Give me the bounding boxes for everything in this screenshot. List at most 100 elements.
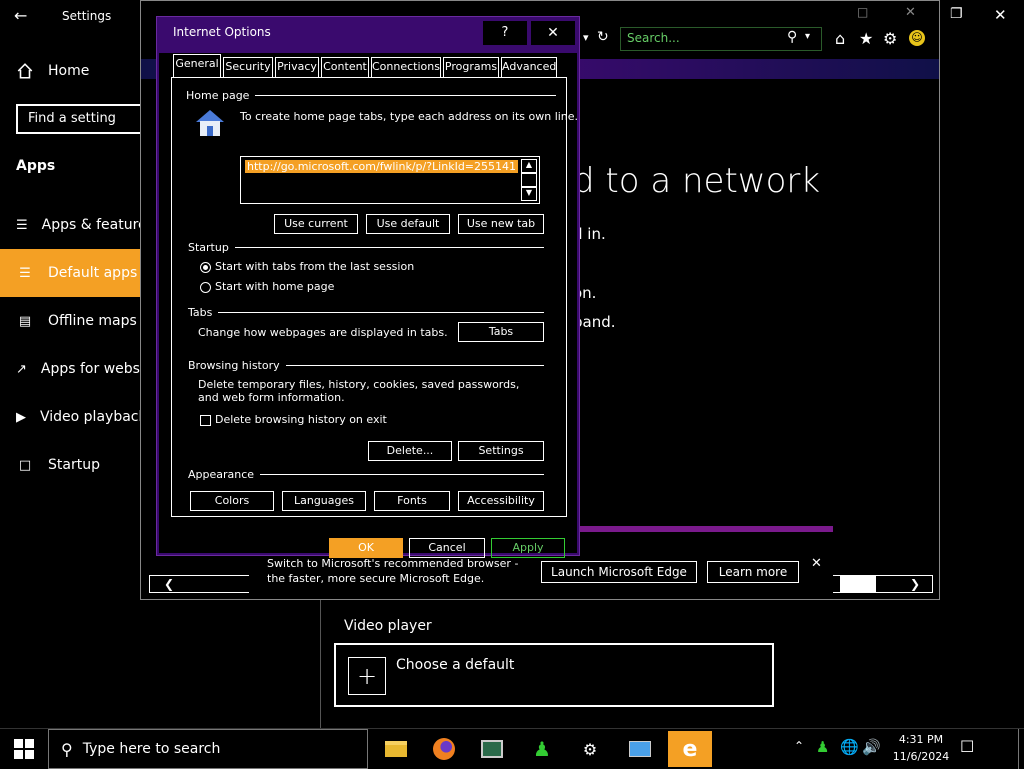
close-icon[interactable]: ✕ (811, 556, 822, 571)
apply-button[interactable]: Apply (491, 538, 565, 558)
home-page-hint: To create home page tabs, type each addr… (240, 110, 579, 123)
startup-section: Startup (188, 241, 544, 254)
startup-icon: □ (18, 457, 32, 473)
control-panel-icon[interactable] (620, 731, 660, 767)
people-app-icon[interactable]: ♟ (522, 731, 562, 767)
notification-text: Switch to Microsoft's recommended browse… (267, 557, 519, 585)
startup-home-page-radio[interactable]: Start with home page (200, 280, 334, 293)
tabs-label: Tabs (188, 306, 213, 319)
startup-last-session-radio[interactable]: Start with tabs from the last session (200, 260, 414, 273)
network-user-icon[interactable]: ♟ (816, 738, 829, 756)
scroll-down-icon[interactable]: ▼ (521, 187, 537, 201)
home-icon[interactable]: ⌂ (835, 29, 845, 48)
gear-icon[interactable]: ⚙ (570, 731, 610, 767)
minimize-icon[interactable]: □ (857, 5, 868, 19)
ok-button[interactable]: OK (329, 538, 403, 558)
taskbar: ⚲ Type here to search ♟ ⚙ e ⌃ ♟ 🌐 🔊 4:31… (0, 728, 1024, 769)
home-page-url[interactable]: http://go.microsoft.com/fwlink/p/?LinkId… (245, 160, 519, 173)
tab-security[interactable]: Security (223, 57, 273, 77)
tab-privacy[interactable]: Privacy (275, 57, 319, 77)
tab-connections[interactable]: Connections (371, 57, 441, 77)
nav-label: Offline maps (48, 313, 137, 329)
search-icon[interactable]: ⚲ (787, 29, 797, 45)
tab-programs[interactable]: Programs (443, 57, 499, 77)
favorites-star-icon[interactable]: ★ (859, 29, 873, 48)
help-button[interactable]: ? (483, 21, 527, 45)
tab-advanced[interactable]: Advanced (501, 57, 557, 77)
languages-button[interactable]: Languages (282, 491, 366, 511)
scroll-left-icon[interactable]: ❮ (164, 576, 174, 592)
fonts-button[interactable]: Fonts (374, 491, 450, 511)
windows-start-icon[interactable] (14, 739, 34, 759)
refresh-icon[interactable]: ↻ (597, 29, 609, 45)
home-icon (17, 63, 33, 79)
checkbox-label: Delete browsing history on exit (215, 413, 387, 426)
search-icon: ⚲ (61, 739, 73, 759)
chevron-down-icon[interactable]: ▾ (805, 31, 810, 42)
home-page-url-field[interactable]: http://go.microsoft.com/fwlink/p/?LinkId… (240, 156, 540, 204)
use-default-button[interactable]: Use default (366, 214, 450, 234)
colors-button[interactable]: Colors (190, 491, 274, 511)
history-settings-button[interactable]: Settings (458, 441, 544, 461)
divider (218, 312, 544, 313)
section-title: Apps (16, 158, 56, 174)
house-icon (196, 110, 224, 136)
scroll-thumb[interactable] (840, 576, 876, 592)
clock[interactable]: 4:31 PM 11/6/2024 (886, 731, 956, 765)
launch-edge-button[interactable]: Launch Microsoft Edge (541, 561, 697, 583)
scroll-up-icon[interactable]: ▲ (521, 159, 537, 173)
globe-icon[interactable]: 🌐 (840, 738, 859, 756)
notification-center-icon[interactable]: ☐ (960, 737, 974, 756)
use-current-button[interactable]: Use current (274, 214, 358, 234)
nav-label: Video playback (40, 409, 140, 425)
nav-home[interactable]: Home (16, 62, 89, 80)
volume-icon[interactable]: 🔊 (862, 738, 881, 756)
gear-icon[interactable]: ⚙ (883, 29, 897, 48)
dialog-close-button[interactable]: ✕ (531, 21, 575, 45)
feedback-smiley-icon[interactable]: ☺ (909, 30, 925, 46)
close-icon[interactable]: ✕ (905, 5, 916, 20)
use-new-tab-button[interactable]: Use new tab (458, 214, 544, 234)
website-app-icon: ↗ (16, 361, 27, 377)
nav-default-apps[interactable]: ☰ Default apps (0, 249, 140, 297)
delete-on-exit-checkbox[interactable]: Delete browsing history on exit (200, 413, 387, 426)
show-desktop-button[interactable] (1018, 729, 1024, 769)
clock-date: 11/6/2024 (892, 750, 950, 763)
close-icon: ✕ (547, 25, 559, 41)
dropdown-icon[interactable]: ▾ (583, 31, 589, 44)
startup-label: Startup (188, 241, 229, 254)
nav-apps-for-websites[interactable]: ↗ Apps for websites (0, 345, 140, 393)
taskbar-search[interactable]: ⚲ Type here to search (48, 729, 368, 769)
firefox-icon[interactable] (424, 731, 464, 767)
choose-default-button[interactable]: + Choose a default (334, 643, 774, 707)
file-explorer-icon[interactable] (376, 731, 416, 767)
divider (234, 247, 544, 248)
back-arrow-icon[interactable]: ← (14, 6, 27, 25)
nav-offline-maps[interactable]: ▤ Offline maps (0, 297, 140, 345)
accessibility-button[interactable]: Accessibility (458, 491, 544, 511)
chevron-up-icon[interactable]: ⌃ (794, 739, 804, 753)
tabs-button[interactable]: Tabs (458, 322, 544, 342)
find-setting-input[interactable]: Find a setting (16, 104, 146, 134)
tabs-description: Change how webpages are displayed in tab… (198, 326, 448, 339)
tabs-section: Tabs (188, 306, 544, 319)
restore-icon[interactable]: ❐ (950, 6, 963, 22)
document-viewer-icon[interactable] (472, 731, 512, 767)
home-page-section: Home page (186, 89, 556, 102)
learn-more-button[interactable]: Learn more (707, 561, 799, 583)
cancel-button[interactable]: Cancel (409, 538, 485, 558)
delete-history-button[interactable]: Delete... (368, 441, 452, 461)
dialog-body: General Security Privacy Content Connect… (159, 53, 579, 558)
internet-explorer-icon[interactable]: e (668, 731, 712, 767)
history-label: Browsing history (188, 359, 280, 372)
scroll-track[interactable] (521, 173, 537, 187)
tab-content[interactable]: Content (321, 57, 369, 77)
nav-startup[interactable]: □ Startup (0, 441, 140, 489)
nav-video-playback[interactable]: ▶ Video playback (0, 393, 140, 441)
nav-home-label: Home (48, 63, 90, 79)
nav-apps-features[interactable]: ☰ Apps & features (0, 201, 140, 249)
scroll-right-icon[interactable]: ❯ (910, 576, 920, 592)
tab-general[interactable]: General (173, 54, 221, 78)
close-icon[interactable]: ✕ (994, 6, 1007, 24)
plus-icon: + (348, 657, 386, 695)
